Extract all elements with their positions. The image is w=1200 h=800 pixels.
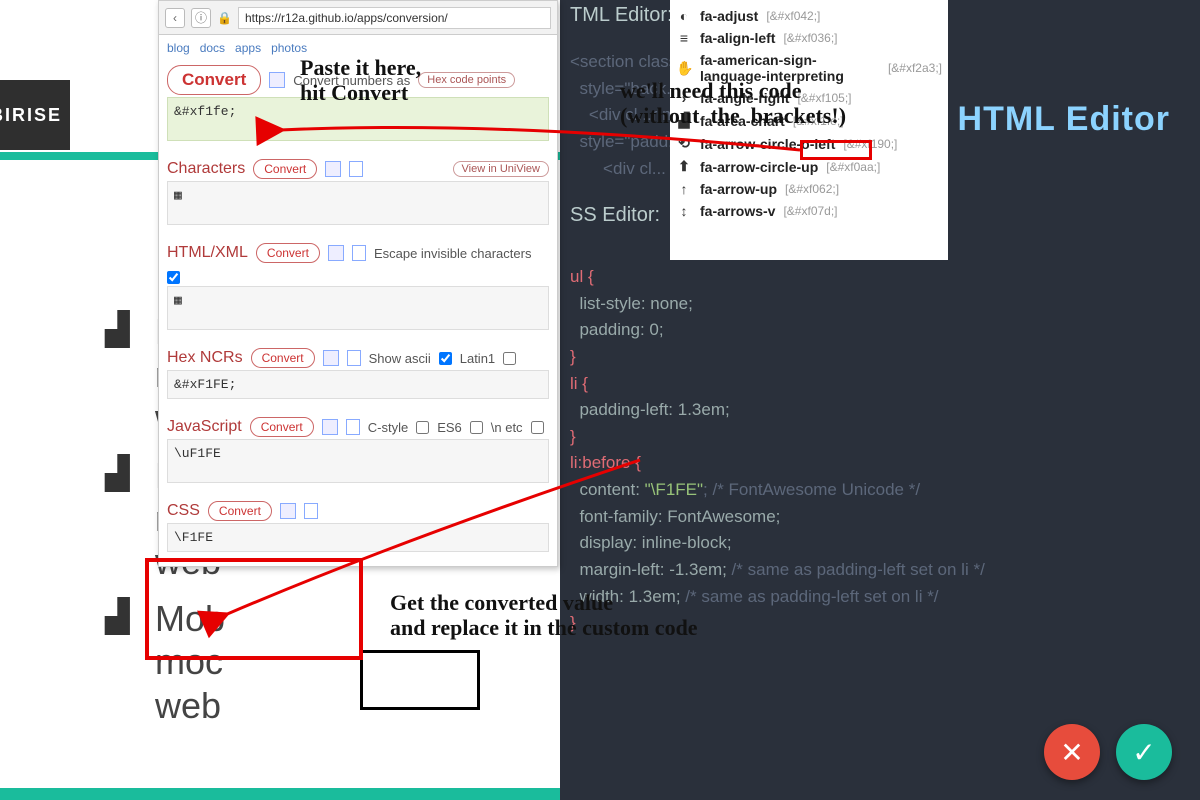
es6-label: ES6 xyxy=(437,420,462,435)
url-field[interactable] xyxy=(238,7,551,29)
fa-code: [&#xf0aa;] xyxy=(826,160,880,174)
fa-code: [&#xf036;] xyxy=(783,31,837,45)
accent-stripe-bottom xyxy=(0,788,560,800)
fa-code: [&#xf07d;] xyxy=(783,204,837,218)
fa-list-item[interactable]: ⬆ fa-arrow-circle-up [&#xf0aa;] xyxy=(676,158,942,175)
characters-convert[interactable]: Convert xyxy=(253,159,317,179)
fa-list-item[interactable]: ↑ fa-arrow-up [&#xf062;] xyxy=(676,181,942,197)
fa-list-item[interactable]: ≡ fa-align-left [&#xf036;] xyxy=(676,30,942,46)
cstyle-label: C-style xyxy=(368,420,408,435)
doc-icon[interactable] xyxy=(346,419,360,435)
fa-code: [&#xf2a3;] xyxy=(888,61,942,75)
copy-icon[interactable] xyxy=(280,503,296,519)
htmlxml-convert[interactable]: Convert xyxy=(256,243,320,263)
info-button[interactable]: ⓘ xyxy=(191,8,211,28)
uniview-button[interactable]: View in UniView xyxy=(453,161,549,177)
fa-icon: ◐ xyxy=(676,8,692,24)
fa-icon: ⬆ xyxy=(676,158,692,175)
htmlxml-output[interactable]: ▦ xyxy=(167,286,549,330)
hexncr-title: Hex NCRs xyxy=(167,349,243,367)
hexncr-convert[interactable]: Convert xyxy=(251,348,315,368)
js-output[interactable]: \uF1FE xyxy=(167,439,549,483)
escape-checkbox[interactable] xyxy=(167,271,180,284)
fa-name: fa-arrow-circle-up xyxy=(700,159,818,175)
hex-pill[interactable]: Hex code points xyxy=(418,72,515,88)
latin1-label: Latin1 xyxy=(460,351,495,366)
fa-icon: ✋ xyxy=(676,60,692,77)
area-chart-icon: ▟ xyxy=(105,310,155,348)
netc-label: \n etc xyxy=(491,420,523,435)
copy-icon[interactable] xyxy=(328,245,344,261)
brand-bar: BIRISE xyxy=(0,80,70,150)
fa-icon: ≡ xyxy=(676,30,692,46)
nav-links[interactable]: blogdocsappsphotos xyxy=(167,41,549,55)
fa-icon: ↑ xyxy=(676,181,692,197)
fa-code: [&#xf042;] xyxy=(766,9,820,23)
magnifier-box xyxy=(360,650,480,710)
area-chart-icon: ▟ xyxy=(105,454,155,492)
copy-icon[interactable] xyxy=(322,419,338,435)
doc-icon[interactable] xyxy=(352,245,366,261)
highlight-css-box xyxy=(145,558,363,660)
address-bar: ‹ ⓘ 🔒 xyxy=(159,1,557,35)
fa-name: fa-arrow-up xyxy=(700,181,777,197)
css-title: CSS xyxy=(167,502,200,520)
copy-icon[interactable] xyxy=(323,350,339,366)
annotation-need: we'll need this code (without the bracke… xyxy=(620,78,846,129)
fa-list-item[interactable]: ◐ fa-adjust [&#xf042;] xyxy=(676,8,942,24)
cstyle-checkbox[interactable] xyxy=(416,421,429,434)
confirm-fab[interactable]: ✓ xyxy=(1116,724,1172,780)
css-code-block[interactable]: ul { list-style: none; padding: 0; } li … xyxy=(570,265,985,638)
css-editor-tab[interactable]: SS Editor: xyxy=(560,200,670,231)
html-editor-tab[interactable]: TML Editor: xyxy=(560,0,683,31)
characters-output[interactable]: ▦ xyxy=(167,181,549,225)
fa-code: [&#xf062;] xyxy=(785,182,839,196)
cancel-fab[interactable]: ✕ xyxy=(1044,724,1100,780)
editor-title: HTML Editor xyxy=(958,100,1170,139)
convert-button[interactable]: Convert xyxy=(167,65,261,95)
latin1-checkbox[interactable] xyxy=(503,352,516,365)
fontawesome-list: ◐ fa-adjust [&#xf042;] ≡ fa-align-left [&#x… xyxy=(670,0,948,260)
highlight-code-box xyxy=(800,140,872,160)
fa-name: fa-arrows-v xyxy=(700,203,775,219)
fa-icon: ↕ xyxy=(676,203,692,219)
doc-icon[interactable] xyxy=(304,503,318,519)
js-convert[interactable]: Convert xyxy=(250,417,314,437)
showascii-label: Show ascii xyxy=(369,351,431,366)
css-convert[interactable]: Convert xyxy=(208,501,272,521)
doc-icon[interactable] xyxy=(347,350,361,366)
annotation-get: Get the converted value and replace it i… xyxy=(390,590,698,641)
js-title: JavaScript xyxy=(167,418,242,436)
doc-icon[interactable] xyxy=(349,161,363,177)
es6-checkbox[interactable] xyxy=(470,421,483,434)
copy-icon[interactable] xyxy=(325,161,341,177)
netc-checkbox[interactable] xyxy=(531,421,544,434)
escape-label: Escape invisible characters xyxy=(374,246,532,261)
css-output[interactable]: \F1FE xyxy=(167,523,549,552)
fa-icon: ⟲ xyxy=(676,135,692,152)
fa-name: fa-align-left xyxy=(700,30,775,46)
copy-icon[interactable] xyxy=(269,72,285,88)
fa-list-item[interactable]: ↕ fa-arrows-v [&#xf07d;] xyxy=(676,203,942,219)
lock-icon: 🔒 xyxy=(217,11,232,25)
htmlxml-title: HTML/XML xyxy=(167,244,248,262)
annotation-paste: Paste it here, hit Convert xyxy=(300,55,421,106)
fa-name: fa-adjust xyxy=(700,8,758,24)
back-button[interactable]: ‹ xyxy=(165,8,185,28)
hexncr-output[interactable]: &#xF1FE; xyxy=(167,370,549,399)
showascii-checkbox[interactable] xyxy=(439,352,452,365)
characters-title: Characters xyxy=(167,160,245,178)
